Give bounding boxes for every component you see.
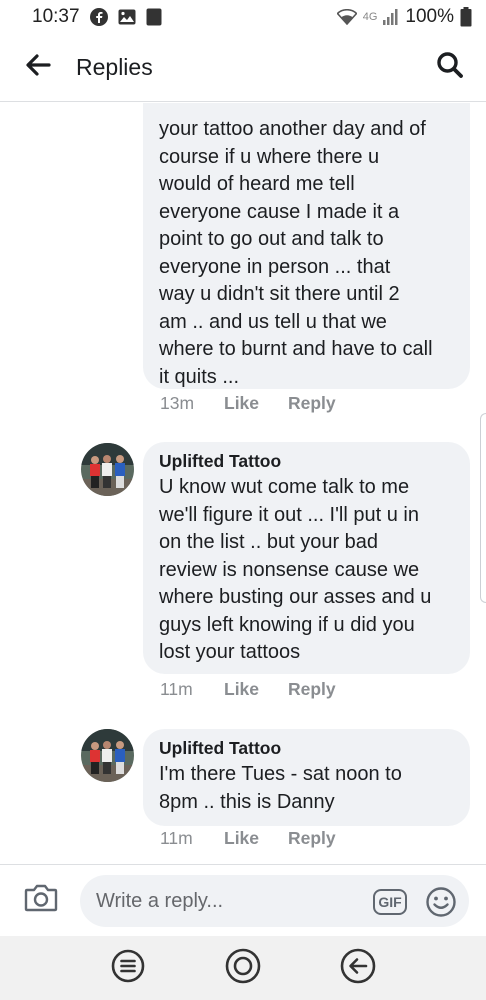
- network-type: 4G: [362, 11, 378, 23]
- comment-actions: 13m Like Reply: [160, 393, 336, 414]
- image-notification-icon: [118, 9, 136, 25]
- replies-list[interactable]: your tattoo another day and of course if…: [0, 103, 486, 863]
- battery-percent: 100%: [405, 6, 454, 27]
- search-icon: [436, 51, 464, 84]
- like-button[interactable]: Like: [224, 679, 288, 700]
- camera-button[interactable]: [0, 865, 82, 937]
- emoji-button[interactable]: [425, 886, 457, 918]
- like-button[interactable]: Like: [224, 393, 288, 414]
- comment-bubble[interactable]: Uplifted Tattoo I'm there Tues - sat noo…: [143, 729, 470, 826]
- home-icon: [225, 948, 261, 989]
- comment-bubble[interactable]: your tattoo another day and of course if…: [143, 103, 470, 389]
- wifi-icon: [336, 9, 357, 25]
- page-title: Replies: [76, 54, 153, 80]
- badge-notification-icon: [146, 8, 162, 26]
- reply-button[interactable]: Reply: [288, 393, 336, 414]
- facebook-notification-icon: [89, 8, 108, 26]
- comment-text: your tattoo another day and of course if…: [159, 118, 433, 388]
- gif-button[interactable]: GIF: [373, 889, 407, 915]
- comment-time: 11m: [160, 679, 193, 699]
- reply-composer: Write a reply... GIF: [0, 864, 486, 936]
- status-bar: 10:37 4G 100%: [0, 0, 486, 34]
- avatar[interactable]: [81, 729, 134, 782]
- system-nav-bar: [0, 936, 486, 1000]
- emoji-icon: [425, 887, 457, 922]
- comment-author[interactable]: Uplifted Tattoo: [159, 450, 454, 472]
- search-button[interactable]: [414, 34, 486, 102]
- comment-text: U know wut come talk to me we'll figure …: [159, 476, 432, 663]
- signal-icon: [383, 9, 399, 25]
- comment-bubble[interactable]: Uplifted Tattoo U know wut come talk to …: [143, 442, 470, 674]
- avatar[interactable]: [81, 443, 134, 496]
- back-button[interactable]: [0, 34, 76, 102]
- battery-icon: [460, 7, 472, 27]
- recents-icon: [111, 949, 145, 988]
- status-time: 10:37: [32, 6, 80, 27]
- nav-back-button[interactable]: [338, 948, 378, 988]
- scrollbar[interactable]: [480, 413, 486, 603]
- like-button[interactable]: Like: [224, 828, 288, 849]
- comment-actions: 11m Like Reply: [160, 679, 336, 700]
- reply-button[interactable]: Reply: [288, 828, 336, 849]
- app-header: Replies: [0, 34, 486, 102]
- comment-time: 11m: [160, 828, 193, 848]
- recents-button[interactable]: [108, 948, 148, 988]
- reply-input[interactable]: Write a reply... GIF: [80, 875, 469, 927]
- camera-icon: [24, 884, 58, 917]
- comment-text: I'm there Tues - sat noon to 8pm .. this…: [159, 763, 402, 813]
- comment-actions: 11m Like Reply: [160, 828, 336, 849]
- arrow-left-icon: [25, 54, 51, 81]
- reply-placeholder: Write a reply...: [96, 889, 224, 912]
- home-button[interactable]: [223, 948, 263, 988]
- comment-time: 13m: [160, 393, 195, 413]
- reply-button[interactable]: Reply: [288, 679, 336, 700]
- back-icon: [340, 948, 376, 989]
- comment-author[interactable]: Uplifted Tattoo: [159, 737, 454, 759]
